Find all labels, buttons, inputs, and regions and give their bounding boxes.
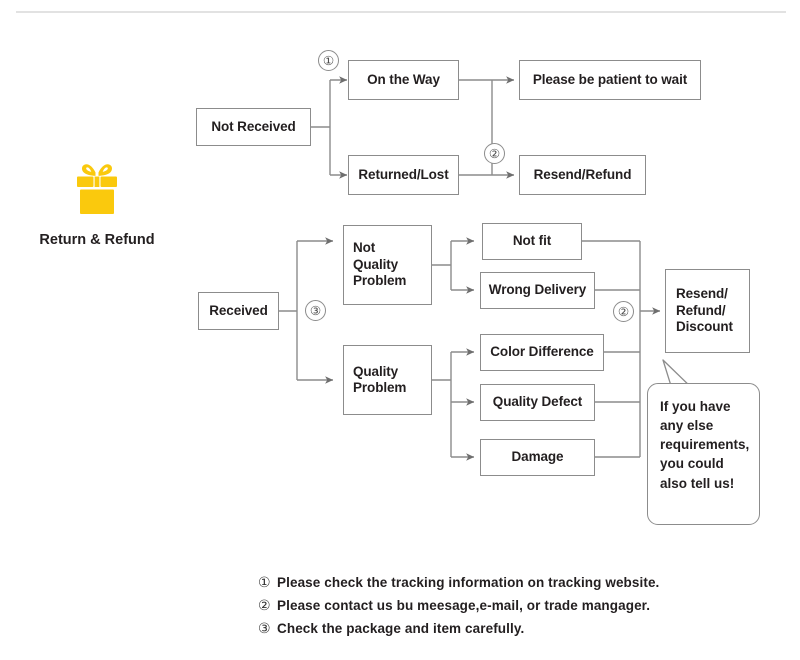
- box-returned-lost[interactable]: Returned/Lost: [348, 155, 459, 195]
- box-not-quality-problem[interactable]: Not Quality Problem: [343, 225, 432, 305]
- footer-notes: ① Please check the tracking information …: [258, 575, 728, 644]
- box-color-difference[interactable]: Color Difference: [480, 334, 604, 371]
- step-marker-3: ③: [305, 300, 326, 321]
- step-marker-1: ①: [318, 50, 339, 71]
- note-number: ③: [258, 621, 271, 637]
- note-item: ② Please contact us bu meesage,e-mail, o…: [258, 598, 728, 614]
- box-label: Received: [209, 302, 268, 318]
- box-received[interactable]: Received: [198, 292, 279, 330]
- step-marker-label: ①: [322, 53, 335, 68]
- callout-bubble: If you have any else requirements, you c…: [647, 383, 760, 525]
- box-not-fit[interactable]: Not fit: [482, 223, 582, 260]
- box-label: Not Received: [211, 118, 296, 134]
- box-label: On the Way: [367, 71, 440, 87]
- step-marker-2-bottom: ②: [613, 301, 634, 322]
- box-label: Wrong Delivery: [488, 282, 587, 298]
- step-marker-label: ②: [488, 146, 501, 161]
- box-label: Quality Problem: [353, 363, 407, 395]
- step-marker-label: ③: [309, 303, 322, 318]
- box-please-be-patient[interactable]: Please be patient to wait: [519, 60, 701, 100]
- box-quality-defect[interactable]: Quality Defect: [480, 384, 595, 421]
- note-item: ③ Check the package and item carefully.: [258, 621, 728, 637]
- box-label: Not Quality Problem: [353, 240, 407, 289]
- gift-box-icon: [77, 164, 117, 214]
- box-quality-problem[interactable]: Quality Problem: [343, 345, 432, 415]
- box-label: Color Difference: [490, 344, 594, 360]
- note-text: Check the package and item carefully.: [277, 621, 525, 636]
- box-label: Not fit: [512, 233, 552, 249]
- top-divider: [16, 11, 786, 13]
- box-wrong-delivery[interactable]: Wrong Delivery: [480, 272, 595, 309]
- box-on-the-way[interactable]: On the Way: [348, 60, 459, 100]
- box-label: Quality Defect: [492, 394, 583, 410]
- brand-block: Return & Refund: [18, 158, 176, 248]
- note-number: ①: [258, 575, 271, 591]
- note-text: Please contact us bu meesage,e-mail, or …: [277, 598, 651, 613]
- box-label: Resend/Refund: [533, 166, 632, 182]
- note-text: Please check the tracking information on…: [277, 575, 660, 590]
- box-damage[interactable]: Damage: [480, 439, 595, 476]
- box-resend-refund[interactable]: Resend/Refund: [519, 155, 646, 195]
- step-marker-2-top: ②: [484, 143, 505, 164]
- step-marker-label: ②: [617, 304, 630, 319]
- box-label: Please be patient to wait: [532, 71, 688, 87]
- box-label: Damage: [511, 449, 564, 465]
- brand-label: Return & Refund: [39, 232, 155, 248]
- box-label: Returned/Lost: [358, 166, 449, 182]
- note-item: ① Please check the tracking information …: [258, 575, 728, 591]
- box-not-received[interactable]: Not Received: [196, 108, 311, 146]
- callout-text: If you have any else requirements, you c…: [660, 399, 750, 491]
- box-label: Resend/ Refund/ Discount: [676, 286, 733, 335]
- box-resend-refund-discount[interactable]: Resend/ Refund/ Discount: [665, 269, 750, 353]
- note-number: ②: [258, 598, 271, 614]
- flowchart-canvas: Return & Refund Not Received On the Way …: [0, 0, 800, 660]
